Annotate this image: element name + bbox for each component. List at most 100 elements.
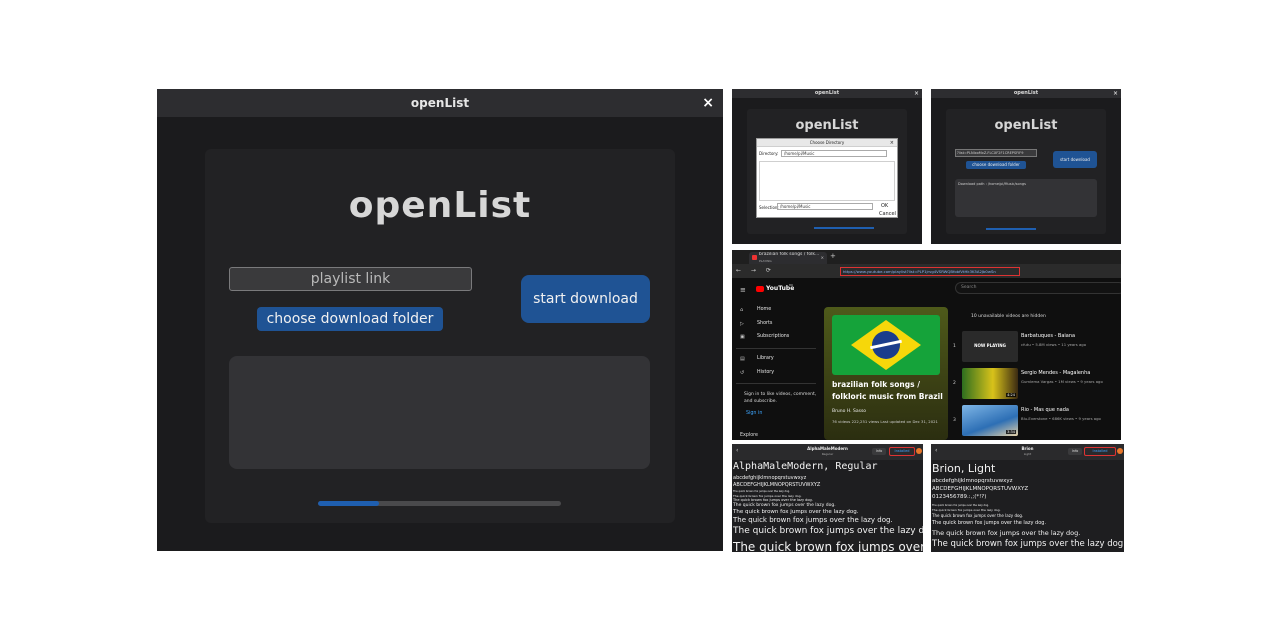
selection-label: Selection: bbox=[759, 205, 779, 210]
youtube-favicon-icon bbox=[752, 255, 757, 260]
window-title: openList bbox=[410, 96, 470, 110]
signin-prompt: Sign in to like videos, comment, and sub… bbox=[744, 392, 817, 404]
install-button[interactable]: Installed bbox=[1084, 447, 1116, 456]
choose-download-folder-button[interactable]: choose download folder bbox=[257, 307, 443, 331]
browser-toolbar: ← → ⟳ https://www.youtube.com/playlist?l… bbox=[732, 264, 1121, 278]
info-button[interactable]: Info bbox=[1068, 448, 1082, 455]
playlist-video-row[interactable]: 3 3:34 Rio - Mas que nada Blu-Everstone … bbox=[953, 405, 1121, 437]
hamburger-menu-icon[interactable]: ≡ bbox=[740, 286, 746, 294]
close-icon[interactable]: × bbox=[1113, 89, 1118, 98]
playlist-author[interactable]: Bruno H. Sasso bbox=[832, 409, 866, 414]
font-heading: AlphaMaleModern, Regular bbox=[733, 461, 878, 472]
window-close-icon[interactable] bbox=[1117, 448, 1123, 454]
video-index: 2 bbox=[953, 381, 956, 386]
window-titlebar: openList × bbox=[157, 89, 723, 117]
playlist-video-row[interactable]: 2 4:24 Sergio Mendes - Magalenha Gumlema… bbox=[953, 368, 1121, 400]
screenshot-download-running: openList × openList ?list=PLNIxoMxZ-FLCX… bbox=[931, 89, 1121, 244]
window-close-icon[interactable] bbox=[916, 448, 922, 454]
history-icon: ↺ bbox=[740, 370, 745, 376]
screenshot-choose-directory: openList × openList Choose Directory × D… bbox=[732, 89, 922, 244]
window-titlebar: openList × bbox=[931, 89, 1121, 98]
signin-button[interactable]: Sign in bbox=[746, 411, 762, 416]
start-download-button[interactable]: start download bbox=[521, 275, 650, 323]
log-output-area bbox=[229, 356, 650, 469]
dialog-title: Choose Directory bbox=[809, 140, 845, 145]
choose-directory-dialog: Choose Directory × Directory: /home/pi/M… bbox=[756, 138, 898, 218]
video-thumbnail[interactable]: NOW PLAYING bbox=[962, 331, 1018, 362]
playlist-header-card: brazilian folk songs / folkloric music f… bbox=[824, 307, 948, 440]
download-progress-bar bbox=[986, 228, 1036, 230]
main-window: openList × openList choose download fold… bbox=[157, 89, 723, 551]
playlist-title: brazilian folk songs / folkloric music f… bbox=[832, 380, 943, 401]
cancel-button[interactable]: Cancel bbox=[879, 211, 896, 217]
window-title: openList bbox=[814, 90, 840, 96]
sidebar-item-label: Home bbox=[757, 307, 772, 312]
playlist-link-input[interactable] bbox=[229, 267, 472, 291]
video-duration: 3:34 bbox=[1006, 430, 1016, 434]
address-bar[interactable]: https://www.youtube.com/playlist?list=PL… bbox=[840, 267, 1020, 276]
uppercase-sample: ABCDEFGHIJKLMNOPQRSTUVWXYZ bbox=[733, 482, 821, 488]
screenshot-font-preview-alphamale: ‹ AlphaMaleModern Regular Info Installed… bbox=[732, 444, 923, 552]
unavailable-videos-note: 10 unavailable videos are hidden bbox=[971, 314, 1046, 319]
close-icon[interactable]: × bbox=[821, 255, 824, 261]
playlist-video-row[interactable]: 1 NOW PLAYING Barbatuques - Baiana cfutu… bbox=[953, 331, 1121, 363]
app-panel: openList choose download folder start do… bbox=[205, 149, 675, 523]
shorts-icon: ▷ bbox=[740, 321, 744, 327]
video-duration: 4:24 bbox=[1006, 393, 1016, 397]
lowercase-sample: abcdefghijklmnopqrstuvwxyz bbox=[733, 475, 807, 481]
sample-line: The quick brown fox jumps over the lazy … bbox=[733, 498, 813, 502]
video-thumbnail[interactable]: 4:24 bbox=[962, 368, 1018, 399]
font-viewer-header: ‹ Brion Light Info Installed bbox=[931, 444, 1124, 460]
sidebar-divider bbox=[736, 348, 816, 349]
subscriptions-icon: ▣ bbox=[740, 334, 745, 340]
font-viewer-header: ‹ AlphaMaleModern Regular Info Installed bbox=[732, 444, 923, 460]
sample-line: The quick brown fox jumps over the lazy … bbox=[733, 503, 836, 508]
download-progress-fill bbox=[318, 501, 379, 506]
new-tab-icon[interactable]: + bbox=[830, 252, 836, 260]
start-download-button[interactable]: start download bbox=[1053, 151, 1097, 168]
choose-download-folder-button[interactable]: choose download folder bbox=[966, 161, 1026, 169]
video-meta: cfutu • 5.8M views • 11 years ago bbox=[1021, 342, 1087, 347]
browser-tab[interactable]: brazilian folk songs / folk... PLAYING × bbox=[749, 252, 827, 264]
digits-sample: 0123456789.:,;(*!?) bbox=[932, 494, 987, 500]
app-logo: openList bbox=[795, 118, 859, 133]
sample-line: The quick brown fox jumps over the lazy … bbox=[733, 540, 923, 552]
sample-line: The quick brown fox jumps over the lazy … bbox=[932, 513, 1024, 518]
sidebar-item-label: History bbox=[757, 370, 775, 375]
video-meta: Blu-Everstone • 686K views • 9 years ago bbox=[1021, 416, 1101, 421]
window-title: openList bbox=[1013, 90, 1039, 96]
sample-line: The quick brown fox jumps over the lazy … bbox=[932, 520, 1047, 526]
close-icon[interactable]: × bbox=[890, 139, 894, 147]
video-title: Barbatuques - Baiana bbox=[1021, 333, 1076, 339]
sample-line: The quick brown fox jumps over the lazy … bbox=[932, 508, 1001, 512]
font-heading: Brion, Light bbox=[932, 462, 996, 475]
log-output-area: Download path : /home/pi/Music/songs bbox=[955, 179, 1097, 217]
sample-line: The quick brown fox jumps over the lazy … bbox=[733, 516, 893, 524]
playlist-link-input[interactable]: ?list=PLNIxoMxZ-FLCXF2F1CREPSFIF9 bbox=[955, 149, 1037, 157]
uppercase-sample: ABCDEFGHIJKLMNOPQRSTUVWXYZ bbox=[932, 486, 1029, 492]
now-playing-badge: NOW PLAYING bbox=[974, 343, 1006, 348]
lowercase-sample: abcdefghijklmnopqrstuvwxyz bbox=[932, 478, 1013, 484]
sample-line: The quick brown fox jumps over the lazy … bbox=[733, 509, 859, 515]
youtube-logo-icon bbox=[756, 286, 764, 292]
info-button[interactable]: Info bbox=[872, 448, 886, 455]
install-button[interactable]: Installed bbox=[889, 447, 915, 456]
playlist-thumbnail[interactable] bbox=[832, 315, 940, 375]
close-icon[interactable]: × bbox=[914, 89, 919, 98]
ok-button[interactable]: OK bbox=[881, 203, 888, 209]
home-icon: ⌂ bbox=[740, 307, 744, 313]
search-input[interactable]: Search bbox=[955, 282, 1121, 294]
app-logo: openList bbox=[994, 118, 1058, 133]
close-icon[interactable]: × bbox=[702, 94, 714, 112]
directory-field[interactable]: /home/pi/Music bbox=[781, 150, 887, 157]
directory-list[interactable] bbox=[759, 161, 895, 201]
navigation-icons[interactable]: ← → ⟳ bbox=[736, 267, 775, 274]
sidebar-item-label: Library bbox=[757, 356, 774, 361]
selection-field[interactable]: /home/pi/Music bbox=[777, 203, 873, 210]
sidebar-divider bbox=[736, 383, 816, 384]
sidebar-item-label: Subscriptions bbox=[757, 334, 790, 339]
sample-line: The quick brown fox jumps over the lazy … bbox=[733, 490, 791, 493]
video-thumbnail[interactable]: 3:34 bbox=[962, 405, 1018, 436]
sidebar-item-label: Shorts bbox=[757, 321, 773, 326]
screenshot-youtube-playlist: brazilian folk songs / folk... PLAYING ×… bbox=[732, 250, 1121, 440]
